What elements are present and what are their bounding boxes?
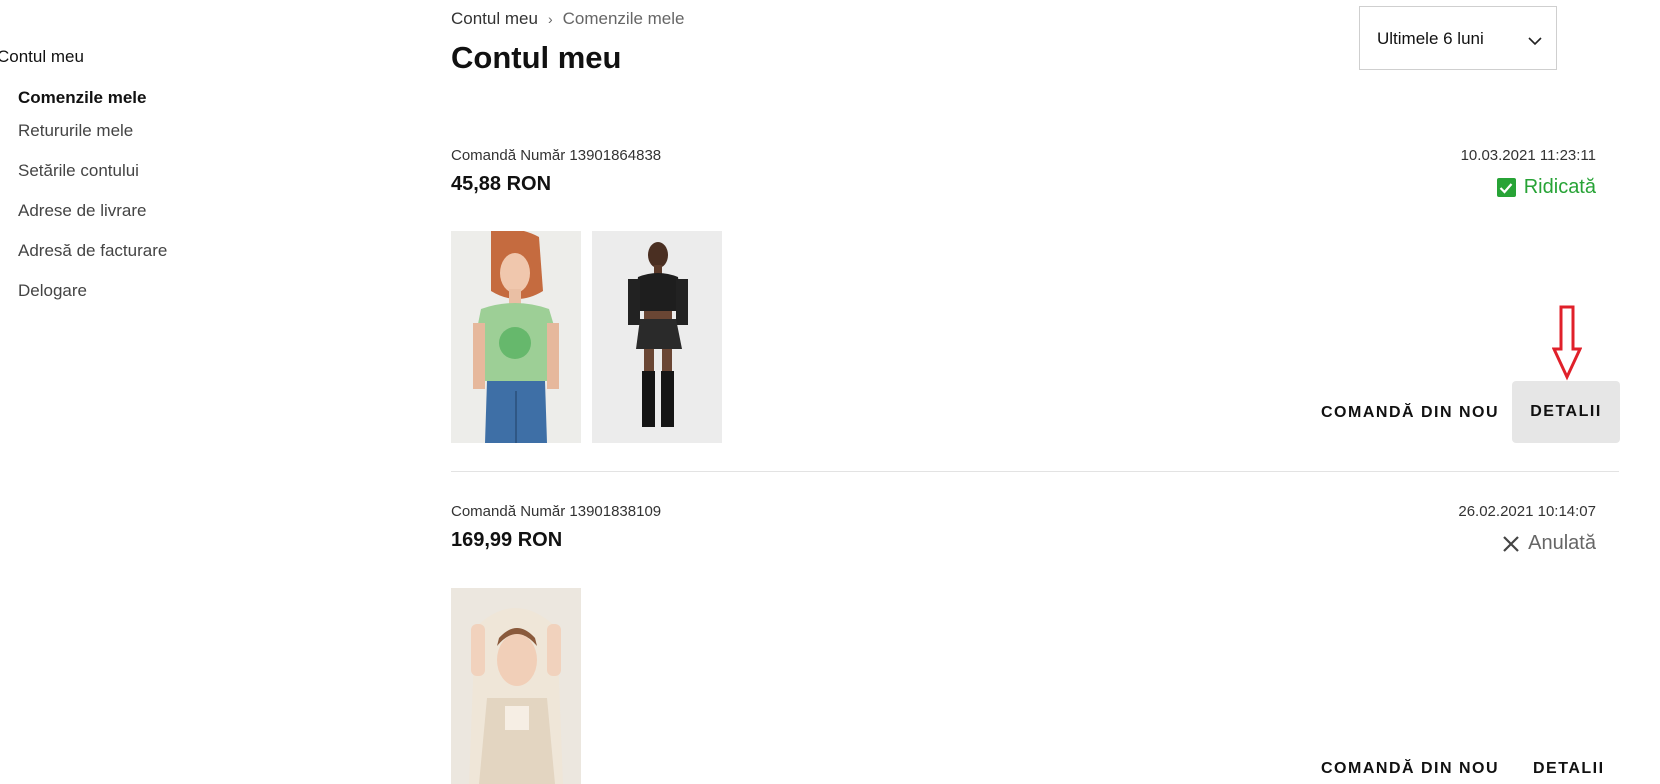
order-price: 45,88 RON	[451, 173, 552, 195]
breadcrumb-separator: ›	[547, 11, 553, 27]
order-status-label: Anulată	[1528, 532, 1596, 554]
period-filter-value: Ultimele 6 luni	[1377, 29, 1484, 48]
reorder-button[interactable]: COMANDĂ DIN NOU	[1321, 404, 1499, 422]
page-title: Contul meu	[451, 40, 622, 75]
sidebar-item-account-settings[interactable]: Setările contului	[18, 161, 139, 181]
sidebar-item-returns[interactable]: Retururile mele	[18, 121, 133, 141]
order-divider	[451, 471, 1619, 472]
order-number: Comandă Număr 13901838109	[451, 503, 662, 520]
sidebar-title[interactable]: Contul meu	[0, 47, 84, 67]
product-thumbnail[interactable]	[592, 231, 722, 443]
red-down-arrow-icon	[1551, 305, 1583, 386]
sidebar-item-delivery-addresses[interactable]: Adrese de livrare	[18, 201, 147, 221]
details-button[interactable]: DETALII	[1533, 760, 1605, 778]
order-status-label: Ridicată	[1523, 176, 1596, 198]
order-number: Comandă Număr 13901864838	[451, 147, 662, 164]
checkbox-check-icon	[1496, 178, 1516, 197]
breadcrumb-current: Comenzile mele	[562, 9, 685, 28]
sidebar-item-billing-address[interactable]: Adresă de facturare	[18, 241, 167, 261]
order-status: Anulată	[1501, 532, 1596, 555]
breadcrumb-root[interactable]: Contul meu	[451, 9, 538, 28]
breadcrumb: Contul meu › Comenzile mele	[451, 9, 685, 29]
details-button[interactable]: DETALII	[1512, 381, 1620, 443]
sidebar-item-logout[interactable]: Delogare	[18, 281, 87, 301]
sidebar-item-orders[interactable]: Comenzile mele	[18, 88, 147, 108]
order-status: Ridicată	[1496, 176, 1596, 199]
product-thumbnail[interactable]	[451, 588, 581, 784]
close-icon	[1501, 534, 1520, 553]
order-date: 10.03.2021 11:23:11	[1460, 147, 1596, 164]
order-price: 169,99 RON	[451, 529, 563, 551]
reorder-button[interactable]: COMANDĂ DIN NOU	[1321, 760, 1499, 778]
product-thumbnail[interactable]	[451, 231, 581, 443]
period-filter-select[interactable]: Ultimele 6 luni	[1359, 6, 1557, 70]
order-date: 26.02.2021 10:14:07	[1458, 503, 1596, 520]
chevron-down-icon	[1528, 33, 1542, 46]
